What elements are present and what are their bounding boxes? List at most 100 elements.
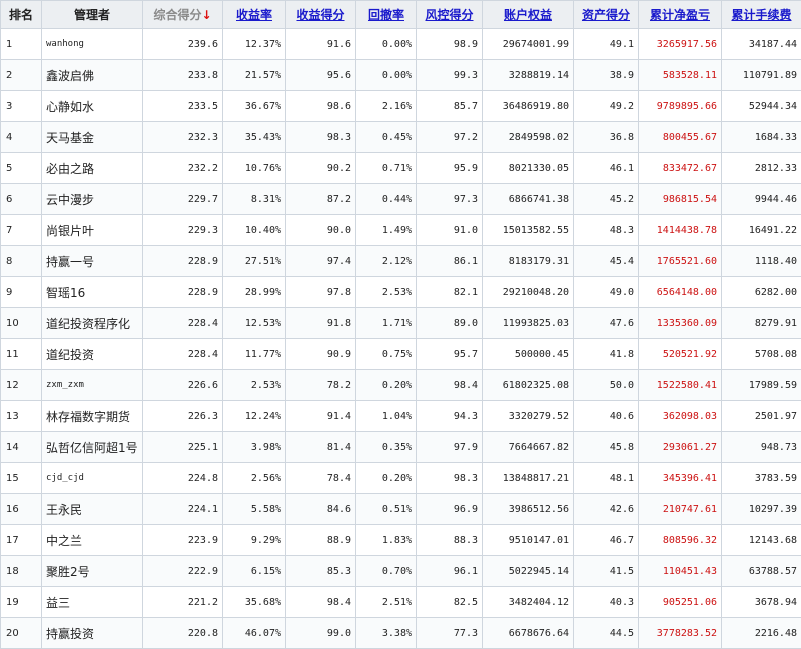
cell-net-profit: 583528.11 (639, 60, 722, 91)
table-row: 19益三221.235.68%98.42.51%82.53482404.1240… (1, 587, 801, 618)
cell-net-profit: 986815.54 (639, 184, 722, 215)
table-row: 15cjd_cjd224.82.56%78.40.20%98.313848817… (1, 463, 801, 494)
cell-drawdown: 0.00% (356, 29, 417, 60)
cell-net-profit: 362098.03 (639, 401, 722, 432)
cell-score: 228.4 (143, 308, 223, 339)
cell-risk-score: 96.1 (417, 556, 483, 587)
column-header-drawdown[interactable]: 回撤率 (356, 1, 417, 29)
column-header-score: 综合得分↓ (143, 1, 223, 29)
cell-asset-score: 48.3 (574, 215, 639, 246)
cell-score: 233.8 (143, 60, 223, 91)
cell-rank: 6 (1, 184, 42, 215)
cell-rank: 19 (1, 587, 42, 618)
cell-net-profit: 1335360.09 (639, 308, 722, 339)
cell-risk-score: 91.0 (417, 215, 483, 246)
column-header-label: 综合得分 (153, 8, 201, 22)
cell-return-rate: 12.24% (223, 401, 286, 432)
cell-fees: 63788.57 (722, 556, 801, 587)
cell-asset-score: 42.6 (574, 494, 639, 525)
cell-drawdown: 2.12% (356, 246, 417, 277)
cell-score: 229.3 (143, 215, 223, 246)
cell-drawdown: 1.04% (356, 401, 417, 432)
table-row: 9智瑶16228.928.99%97.82.53%82.129210048.20… (1, 277, 801, 308)
cell-risk-score: 98.9 (417, 29, 483, 60)
cell-net-profit: 800455.67 (639, 122, 722, 153)
cell-equity: 6678676.64 (483, 618, 574, 649)
cell-equity: 5022945.14 (483, 556, 574, 587)
cell-net-profit: 520521.92 (639, 339, 722, 370)
column-header-fees[interactable]: 累计手续费 (722, 1, 801, 29)
cell-rank: 8 (1, 246, 42, 277)
cell-return-score: 87.2 (286, 184, 356, 215)
cell-score: 224.1 (143, 494, 223, 525)
cell-drawdown: 0.20% (356, 463, 417, 494)
cell-net-profit: 6564148.00 (639, 277, 722, 308)
cell-rank: 15 (1, 463, 42, 494)
cell-return-rate: 28.99% (223, 277, 286, 308)
cell-return-rate: 46.07% (223, 618, 286, 649)
cell-score: 226.6 (143, 370, 223, 401)
cell-manager: 云中漫步 (42, 184, 143, 215)
cell-rank: 14 (1, 432, 42, 463)
cell-net-profit: 210747.61 (639, 494, 722, 525)
cell-drawdown: 0.75% (356, 339, 417, 370)
cell-return-score: 90.0 (286, 215, 356, 246)
column-header-risk-score[interactable]: 风控得分 (417, 1, 483, 29)
column-header-label: 管理者 (74, 8, 110, 22)
column-header-asset-score[interactable]: 资产得分 (574, 1, 639, 29)
column-header-rank: 排名 (1, 1, 42, 29)
column-header-return-rate[interactable]: 收益率 (223, 1, 286, 29)
cell-return-score: 98.3 (286, 122, 356, 153)
table-row: 4天马基金232.335.43%98.30.45%97.22849598.023… (1, 122, 801, 153)
cell-drawdown: 0.51% (356, 494, 417, 525)
cell-drawdown: 0.00% (356, 60, 417, 91)
cell-return-score: 98.6 (286, 91, 356, 122)
cell-drawdown: 0.44% (356, 184, 417, 215)
cell-score: 226.3 (143, 401, 223, 432)
cell-manager: 林存福数字期货 (42, 401, 143, 432)
column-header-label: 回撤率 (368, 8, 404, 22)
cell-manager: 持赢一号 (42, 246, 143, 277)
table-row: 11道纪投资228.411.77%90.90.75%95.7500000.454… (1, 339, 801, 370)
cell-score: 228.9 (143, 246, 223, 277)
column-header-equity[interactable]: 账户权益 (483, 1, 574, 29)
cell-net-profit: 833472.67 (639, 153, 722, 184)
table-row: 3心静如水233.536.67%98.62.16%85.736486919.80… (1, 91, 801, 122)
column-header-label: 收益得分 (296, 8, 344, 22)
sort-desc-icon[interactable]: ↓ (201, 8, 211, 22)
cell-score: 232.3 (143, 122, 223, 153)
cell-net-profit: 808596.32 (639, 525, 722, 556)
cell-net-profit: 1522580.41 (639, 370, 722, 401)
cell-rank: 5 (1, 153, 42, 184)
table-row: 10道纪投资程序化228.412.53%91.81.71%89.01199382… (1, 308, 801, 339)
table-row: 17中之兰223.99.29%88.91.83%88.39510147.0146… (1, 525, 801, 556)
column-header-label: 资产得分 (582, 8, 630, 22)
cell-return-rate: 35.43% (223, 122, 286, 153)
cell-rank: 10 (1, 308, 42, 339)
cell-manager: 鑫波启佛 (42, 60, 143, 91)
cell-return-score: 81.4 (286, 432, 356, 463)
column-header-net-profit[interactable]: 累计净盈亏 (639, 1, 722, 29)
cell-equity: 3320279.52 (483, 401, 574, 432)
cell-equity: 29210048.20 (483, 277, 574, 308)
table-row: 12zxm_zxm226.62.53%78.20.20%98.461802325… (1, 370, 801, 401)
column-header-return-score[interactable]: 收益得分 (286, 1, 356, 29)
cell-risk-score: 99.3 (417, 60, 483, 91)
cell-fees: 2216.48 (722, 618, 801, 649)
cell-asset-score: 40.3 (574, 587, 639, 618)
cell-manager: cjd_cjd (42, 463, 143, 494)
table-body: 1wanhong239.612.37%91.60.00%98.929674001… (1, 29, 801, 649)
cell-manager: 道纪投资 (42, 339, 143, 370)
cell-drawdown: 2.53% (356, 277, 417, 308)
cell-fees: 12143.68 (722, 525, 801, 556)
cell-rank: 1 (1, 29, 42, 60)
cell-risk-score: 98.4 (417, 370, 483, 401)
table-row: 2鑫波启佛233.821.57%95.60.00%99.33288819.143… (1, 60, 801, 91)
cell-asset-score: 46.1 (574, 153, 639, 184)
table-row: 13林存福数字期货226.312.24%91.41.04%94.33320279… (1, 401, 801, 432)
cell-equity: 13848817.21 (483, 463, 574, 494)
cell-score: 223.9 (143, 525, 223, 556)
cell-asset-score: 41.5 (574, 556, 639, 587)
cell-net-profit: 293061.27 (639, 432, 722, 463)
cell-score: 225.1 (143, 432, 223, 463)
